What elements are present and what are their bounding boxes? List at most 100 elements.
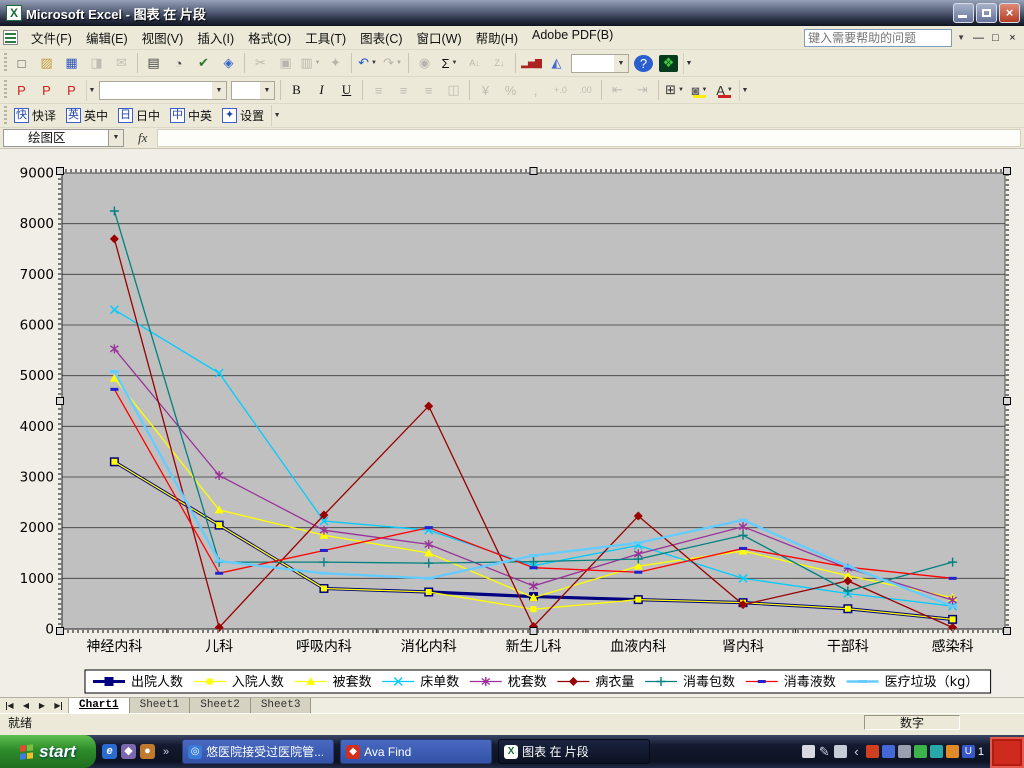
kuaiyi-settings-button[interactable]: ✦设置 [218,105,268,126]
percent-style-button[interactable]: % [499,80,522,101]
insert-function-icon[interactable]: fx [138,130,147,146]
pdf-convert-review-button[interactable]: P [60,80,83,101]
workbook-close-icon[interactable]: × [1004,32,1021,44]
font-color-dropdown-icon[interactable]: ▼ [727,87,733,93]
kuaiyi-english-chinese-button[interactable]: 英英中 [62,105,112,126]
increase-indent-button[interactable]: ⇥ [631,80,654,101]
marker-sq6[interactable] [321,585,327,591]
toolbar-options-icon[interactable]: ▼ [271,105,282,126]
research-button[interactable]: ◈ [217,53,240,74]
borders-button[interactable]: ⊞▼ [663,80,686,101]
zoom-combo-arrow-icon[interactable]: ▼ [614,55,628,72]
redo-button[interactable]: ↷▼ [381,53,404,74]
sheet-tab-chart1[interactable]: Chart1 [69,698,130,713]
taskbar-button-1[interactable]: ◎悠医院接受过医院管... [182,739,334,764]
decrease-indent-button[interactable]: ⇤ [606,80,629,101]
workbook-minimize-icon[interactable]: — [970,32,987,44]
increase-decimal-button[interactable]: +.0 [549,80,572,101]
close-button[interactable]: × [999,3,1020,23]
paste-button[interactable]: ▥▼ [299,53,322,74]
tab-scroll-last-icon[interactable]: ▶ [50,699,66,712]
sort-descending-button[interactable]: Z↓ [488,53,511,74]
borders-dropdown-icon[interactable]: ▼ [678,87,684,93]
marker-dash2[interactable] [110,370,119,373]
font-name-combo[interactable]: ▼ [99,81,227,100]
marker-sq6[interactable] [111,459,117,465]
marker-dash[interactable] [110,388,118,391]
selection-handle[interactable] [530,168,537,175]
fill-color-button[interactable]: ◙▼ [688,80,711,101]
font-size-combo-arrow-icon[interactable]: ▼ [260,82,274,99]
marker-sq6[interactable] [426,589,432,595]
ime-keyboard-icon[interactable] [802,745,815,758]
undo-button[interactable]: ↶▼ [356,53,379,74]
tray-collapse-icon[interactable]: ‹ [850,745,863,758]
menu-item-3[interactable]: 视图(V) [135,25,191,50]
tray-app-7-icon[interactable]: U [962,745,975,758]
marker-dash2[interactable] [215,560,224,563]
help-question-input[interactable] [804,29,952,47]
save-button[interactable]: ▦ [60,53,83,74]
marker-dash[interactable] [425,526,433,529]
print-preview-button[interactable]: ◔ [167,53,190,74]
currency-style-button[interactable]: ¥ [474,80,497,101]
autosum-button[interactable]: Σ▼ [438,53,461,74]
cut-button[interactable]: ✂ [249,53,272,74]
selection-handle[interactable] [57,628,64,635]
help-button[interactable]: ? [634,55,653,72]
help-dropdown-icon[interactable]: ▼ [952,33,970,42]
start-button[interactable]: start [0,735,96,768]
marker-dash[interactable] [215,572,223,575]
workbook-restore-icon[interactable]: □ [987,32,1004,44]
selection-handle[interactable] [1004,168,1011,175]
selection-handle[interactable] [1004,628,1011,635]
tray-app-1-icon[interactable] [866,745,879,758]
tab-scroll-next-icon[interactable]: ▶ [34,699,50,712]
marker-sq6[interactable] [635,597,641,603]
menu-item-9[interactable]: 帮助(H) [469,25,525,50]
ime-mode-icon[interactable] [834,745,847,758]
menu-item-6[interactable]: 工具(T) [298,25,353,50]
marker-dash2[interactable] [634,541,643,544]
tray-app-6-icon[interactable] [946,745,959,758]
tray-app-3-icon[interactable] [898,745,911,758]
tray-app-2-icon[interactable] [882,745,895,758]
zoom-combo[interactable]: ▼ [571,54,629,73]
font-name-combo-arrow-icon[interactable]: ▼ [212,82,226,99]
menu-item-2[interactable]: 编辑(E) [79,25,135,50]
kuaiyi-quick-translate-button[interactable]: 快快译 [10,105,60,126]
tray-app-5-icon[interactable] [930,745,943,758]
minimize-button[interactable] [953,3,974,23]
drawing-button[interactable]: ◭ [545,53,568,74]
quick-launch-icon-3[interactable]: ● [140,744,155,759]
open-folder-button[interactable]: ▨ [35,53,58,74]
bold-button[interactable]: B [285,80,308,101]
spelling-button[interactable]: ✔ [192,53,215,74]
sheet-tab-sheet1[interactable]: Sheet1 [130,698,191,713]
permission-button[interactable]: ◨ [85,53,108,74]
marker-sq6[interactable] [531,606,537,612]
fill-color-dropdown-icon[interactable]: ▼ [701,87,707,93]
marker-dash2[interactable] [843,565,852,568]
toolbar-options-icon[interactable]: ▼ [739,80,750,101]
mail-recipient-button[interactable]: ✉ [110,53,133,74]
selection-handle[interactable] [57,168,64,175]
toolbar-options-icon[interactable]: ▼ [683,53,694,74]
decrease-decimal-button[interactable]: .00 [574,80,597,101]
align-center-button[interactable]: ≡ [392,80,415,101]
format-painter-button[interactable]: ✦ [324,53,347,74]
italic-button[interactable]: I [310,80,333,101]
copy-button[interactable]: ▣ [274,53,297,74]
marker-sq6[interactable] [216,522,222,528]
redo-dropdown-icon[interactable]: ▼ [396,60,402,66]
tab-scroll-prev-icon[interactable]: ◀ [18,699,34,712]
marker-sq6[interactable] [845,606,851,612]
underline-button[interactable]: U [335,80,358,101]
selection-handle[interactable] [530,628,537,635]
marker-dash2[interactable] [424,577,433,580]
name-box[interactable]: 绘图区 [3,129,109,147]
plugin-green-button[interactable]: ❖ [659,55,678,72]
tray-app-4-icon[interactable] [914,745,927,758]
undo-dropdown-icon[interactable]: ▼ [371,60,377,66]
new-document-button[interactable]: □ [10,53,33,74]
